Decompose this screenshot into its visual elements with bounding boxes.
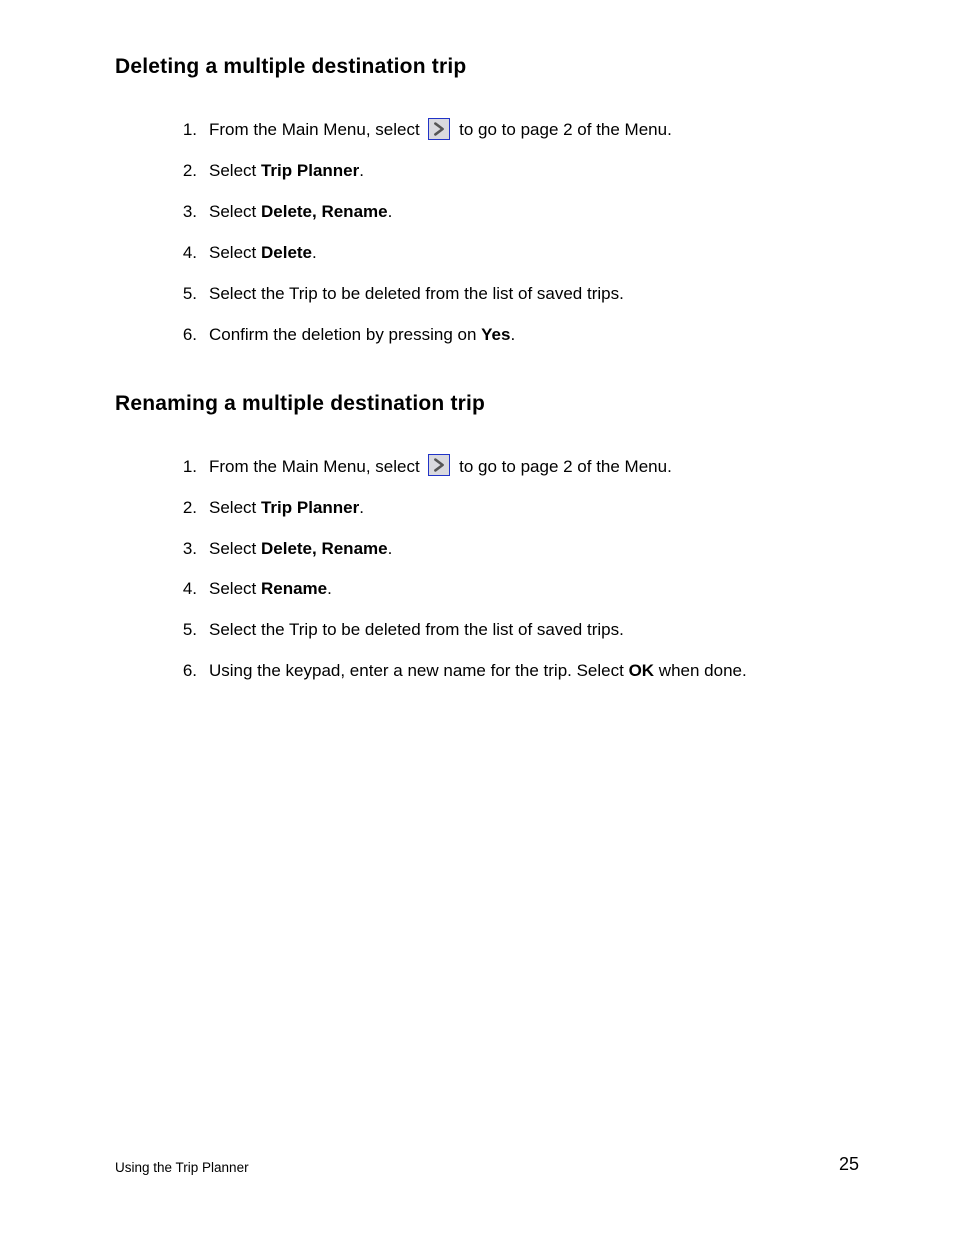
step-item: 5. Select the Trip to be deleted from the… — [175, 283, 859, 306]
step-text: Confirm the deletion by pressing on — [209, 325, 481, 344]
step-bold-text: Trip Planner — [261, 498, 359, 517]
step-item: 2. Select Trip Planner. — [175, 497, 859, 520]
step-text: Select — [209, 243, 261, 262]
step-item: 5. Select the Trip to be deleted from the… — [175, 619, 859, 642]
step-number: 5. — [175, 283, 197, 306]
step-text: Select — [209, 202, 261, 221]
step-item: 6. Using the keypad, enter a new name for… — [175, 660, 859, 683]
step-bold-text: Delete — [261, 243, 312, 262]
step-text: From the Main Menu, select — [209, 120, 424, 139]
step-item: 4. Select Rename. — [175, 578, 859, 601]
section: Renaming a multiple destination trip 1. Fr… — [115, 392, 859, 684]
step-bold-text: Rename — [261, 579, 327, 598]
step-number: 2. — [175, 160, 197, 183]
step-text: to go to page 2 of the Menu. — [454, 457, 671, 476]
step-item: 6. Confirm the deletion by pressing on Ye… — [175, 324, 859, 347]
section: Deleting a multiple destination trip 1. Fr… — [115, 55, 859, 347]
next-page-icon — [428, 454, 450, 476]
footer-section-title: Using the Trip Planner — [115, 1160, 249, 1175]
step-bold-text: OK — [629, 661, 655, 680]
step-text: From the Main Menu, select — [209, 457, 424, 476]
step-text: . — [327, 579, 332, 598]
step-number: 6. — [175, 324, 197, 347]
step-text: . — [388, 202, 393, 221]
step-bold-text: Delete, Rename — [261, 202, 388, 221]
section-heading: Renaming a multiple destination trip — [115, 392, 859, 416]
step-text: . — [359, 498, 364, 517]
page-footer: Using the Trip Planner 25 — [115, 1154, 859, 1175]
footer-page-number: 25 — [839, 1154, 859, 1175]
step-item: 2. Select Trip Planner. — [175, 160, 859, 183]
step-text: . — [388, 539, 393, 558]
step-text: Using the keypad, enter a new name for t… — [209, 661, 629, 680]
step-text: when done. — [654, 661, 747, 680]
step-number: 5. — [175, 619, 197, 642]
section-heading: Deleting a multiple destination trip — [115, 55, 859, 79]
step-number: 4. — [175, 578, 197, 601]
step-number: 2. — [175, 497, 197, 520]
step-list: 1. From the Main Menu, select to go to pa… — [115, 119, 859, 347]
step-text: Select the Trip to be deleted from the l… — [209, 284, 624, 303]
step-number: 4. — [175, 242, 197, 265]
step-item: 3. Select Delete, Rename. — [175, 201, 859, 224]
step-text: . — [510, 325, 515, 344]
step-item: 1. From the Main Menu, select to go to pa… — [175, 456, 859, 479]
step-item: 4. Select Delete. — [175, 242, 859, 265]
step-number: 6. — [175, 660, 197, 683]
step-text: Select — [209, 579, 261, 598]
step-list: 1. From the Main Menu, select to go to pa… — [115, 456, 859, 684]
step-number: 3. — [175, 201, 197, 224]
step-text: Select — [209, 539, 261, 558]
step-item: 3. Select Delete, Rename. — [175, 538, 859, 561]
step-number: 1. — [175, 119, 197, 142]
step-text: Select — [209, 161, 261, 180]
step-text: . — [312, 243, 317, 262]
next-page-icon — [428, 118, 450, 140]
step-bold-text: Trip Planner — [261, 161, 359, 180]
step-text: to go to page 2 of the Menu. — [454, 120, 671, 139]
step-number: 1. — [175, 456, 197, 479]
step-text: Select the Trip to be deleted from the l… — [209, 620, 624, 639]
step-bold-text: Yes — [481, 325, 510, 344]
step-number: 3. — [175, 538, 197, 561]
step-text: . — [359, 161, 364, 180]
step-item: 1. From the Main Menu, select to go to pa… — [175, 119, 859, 142]
step-bold-text: Delete, Rename — [261, 539, 388, 558]
step-text: Select — [209, 498, 261, 517]
